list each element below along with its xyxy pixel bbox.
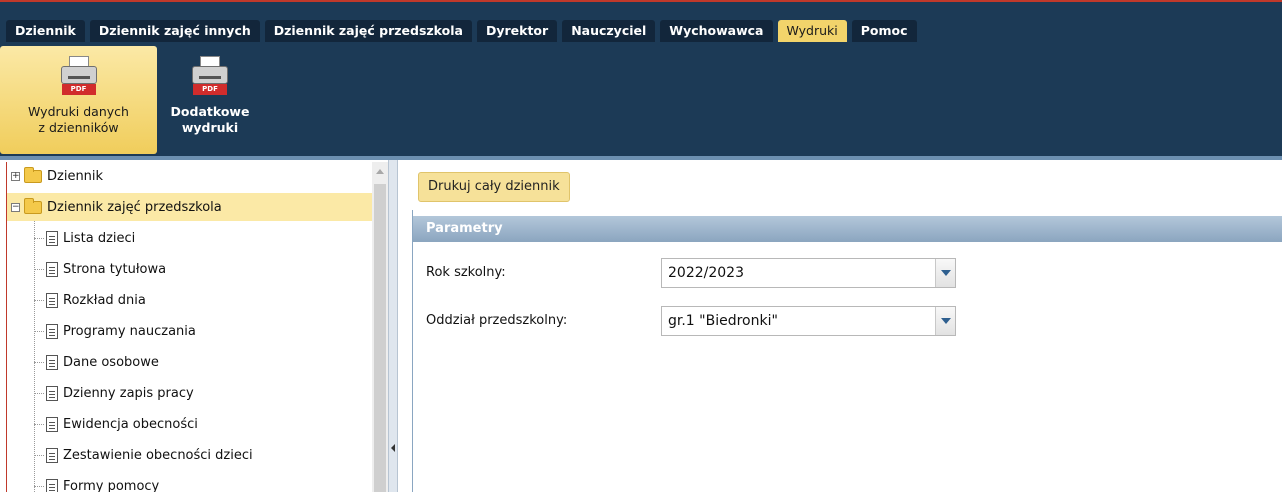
tree-item-label: Ewidencja obecności	[63, 416, 198, 432]
preschool-group-label: Oddział przedszkolny:	[426, 313, 568, 328]
tree-item-zestawienie-obecnosci-dzieci[interactable]: Zestawienie obecności dzieci	[7, 441, 372, 469]
tree-item-rozklad-dnia[interactable]: Rozkład dnia	[7, 286, 372, 314]
chevron-down-icon	[941, 270, 951, 276]
tree-item-strona-tytulowa[interactable]: Strona tytułowa	[7, 255, 372, 283]
main-tabs: Dziennik Dziennik zajęć innych Dziennik …	[6, 20, 917, 42]
tab-dziennik-zajec-innych[interactable]: Dziennik zajęć innych	[89, 20, 260, 42]
document-icon	[46, 447, 58, 463]
document-icon	[46, 323, 58, 339]
tree-item-label: Strona tytułowa	[63, 261, 167, 277]
button-label-line2: z dzienników	[38, 120, 119, 135]
button-label-line2: wydruki	[181, 120, 239, 135]
tab-wydruki[interactable]: Wydruki	[777, 20, 847, 42]
chevron-down-icon	[941, 318, 951, 324]
tree-node-dziennik[interactable]: + Dziennik	[7, 162, 372, 190]
tree-item-label: Dane osobowe	[63, 354, 159, 370]
printer-pdf-icon: PDF	[189, 56, 231, 96]
pdf-badge: PDF	[61, 84, 96, 95]
tree-item-ewidencja-obecnosci[interactable]: Ewidencja obecności	[7, 410, 372, 438]
document-icon	[46, 478, 58, 492]
folder-icon	[24, 166, 42, 183]
school-year-value: 2022/2023	[668, 265, 744, 281]
scroll-up-icon[interactable]	[376, 169, 384, 174]
parameters-header: Parametry	[413, 216, 1282, 242]
dropdown-button[interactable]	[935, 307, 955, 335]
additional-prints-button[interactable]: PDF Dodatkowe wydruki	[167, 46, 253, 154]
collapse-left-icon[interactable]	[391, 444, 395, 452]
school-year-label: Rok szkolny:	[426, 265, 506, 280]
tree-item-label: Dzienny zapis pracy	[63, 385, 194, 401]
folder-open-icon	[24, 197, 42, 214]
tab-wychowawca[interactable]: Wychowawca	[660, 20, 773, 42]
document-icon	[46, 354, 58, 370]
preschool-group-select[interactable]: gr.1 "Biedronki"	[661, 306, 956, 336]
printer-pdf-icon: PDF	[58, 56, 100, 96]
document-icon	[46, 261, 58, 277]
tab-dziennik[interactable]: Dziennik	[6, 20, 85, 42]
tree-node-label: Dziennik	[47, 168, 104, 184]
document-icon	[46, 385, 58, 401]
tree-node-dziennik-zajec-przedszkola[interactable]: − Dziennik zajęć przedszkola	[7, 193, 372, 221]
tree-item-label: Formy pomocy	[63, 478, 160, 492]
tree-item-label: Rozkład dnia	[63, 292, 146, 308]
scrollbar-thumb[interactable]	[374, 184, 386, 492]
field-row-school-year: Rok szkolny: 2022/2023	[413, 258, 1282, 288]
tree-item-label: Lista dzieci	[63, 230, 136, 246]
tab-dziennik-zajec-przedszkola[interactable]: Dziennik zajęć przedszkola	[264, 20, 472, 42]
tree-node-label: Dziennik zajęć przedszkola	[47, 199, 222, 215]
tree-scrollbar[interactable]	[372, 162, 388, 492]
pdf-badge: PDF	[193, 84, 227, 95]
ribbon-toolbar: PDF Wydruki danych z dzienników PDF Doda…	[0, 44, 1282, 156]
print-whole-diary-button[interactable]: Drukuj cały dziennik	[418, 172, 570, 202]
parameters-panel: Parametry Rok szkolny: 2022/2023 Oddział…	[412, 210, 1282, 492]
content-panel: Drukuj cały dziennik Parametry Rok szkol…	[398, 160, 1282, 492]
preschool-group-value: gr.1 "Biedronki"	[668, 313, 778, 329]
tab-nauczyciel[interactable]: Nauczyciel	[562, 20, 656, 42]
document-icon	[46, 230, 58, 246]
dropdown-button[interactable]	[935, 259, 955, 287]
document-icon	[46, 416, 58, 432]
panel-splitter[interactable]	[388, 160, 398, 492]
document-icon	[46, 292, 58, 308]
tree-item-dzienny-zapis-pracy[interactable]: Dzienny zapis pracy	[7, 379, 372, 407]
tree-item-programy-nauczania[interactable]: Programy nauczania	[7, 317, 372, 345]
tree-item-dane-osobowe[interactable]: Dane osobowe	[7, 348, 372, 376]
tab-pomoc[interactable]: Pomoc	[851, 20, 917, 42]
tree-item-label: Zestawienie obecności dzieci	[63, 447, 253, 463]
button-label-line1: Wydruki danych	[28, 104, 129, 119]
tab-dyrektor[interactable]: Dyrektor	[476, 20, 558, 42]
content-toolbar: Drukuj cały dziennik	[398, 160, 1282, 208]
report-tree: + Dziennik − Dziennik zajęć przedszkola …	[6, 162, 372, 492]
tree-item-formy-pomocy[interactable]: Formy pomocy	[7, 472, 372, 492]
top-menu-bar: Dziennik Dziennik zajęć innych Dziennik …	[0, 0, 1282, 44]
button-label-line1: Dodatkowe	[170, 104, 250, 119]
print-diary-data-button[interactable]: PDF Wydruki danych z dzienników	[0, 46, 157, 154]
tree-item-label: Programy nauczania	[63, 323, 196, 339]
tree-item-lista-dzieci[interactable]: Lista dzieci	[7, 224, 372, 252]
collapse-icon[interactable]: −	[11, 202, 20, 212]
expand-icon[interactable]: +	[11, 171, 20, 181]
field-row-preschool-group: Oddział przedszkolny: gr.1 "Biedronki"	[413, 306, 1282, 336]
school-year-select[interactable]: 2022/2023	[661, 258, 956, 288]
